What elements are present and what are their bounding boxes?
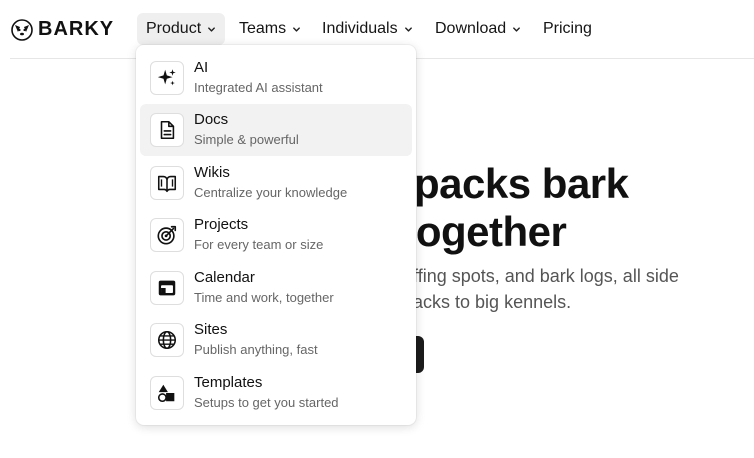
menu-item-label: AI [194, 59, 209, 76]
brand-name: BARKY [38, 18, 115, 40]
menu-item-docs[interactable]: Docs Simple & powerful [140, 104, 412, 156]
chevron-down-icon [513, 26, 521, 32]
nav-teams-label: Teams [239, 20, 287, 37]
menu-item-calendar[interactable]: Calendar Time and work, together [140, 262, 412, 314]
menu-item-description: Time and work, together [194, 290, 334, 305]
book-icon [157, 175, 177, 193]
menu-item-templates[interactable]: Templates Setups to get you started [140, 367, 412, 419]
nav-individuals-label: Individuals [322, 20, 398, 37]
globe-icon [157, 330, 177, 350]
menu-item-description: Integrated AI assistant [194, 80, 323, 95]
menu-icon-box [150, 323, 184, 357]
target-icon [157, 225, 177, 245]
menu-item-projects[interactable]: Projects For every team or size [140, 209, 412, 261]
menu-item-description: For every team or size [194, 237, 324, 252]
menu-icon-box [150, 113, 184, 147]
nav-individuals[interactable]: Individuals [313, 13, 422, 45]
menu-item-description: Publish anything, fast [194, 342, 318, 357]
menu-icon-box [150, 166, 184, 200]
menu-item-sites[interactable]: Sites Publish anything, fast [140, 314, 412, 366]
nav-product-label: Product [146, 20, 202, 37]
chevron-down-icon [404, 26, 412, 32]
calendar-icon [158, 280, 176, 296]
menu-item-label: Sites [194, 321, 228, 338]
nav-download-label: Download [435, 20, 507, 37]
menu-item-ai[interactable]: AI Integrated AI assistant [140, 52, 412, 104]
hero-subtitle-line1: , sniffing spots, and bark logs, all sid… [380, 266, 679, 286]
nav-product[interactable]: Product [137, 13, 226, 45]
menu-item-wikis[interactable]: Wikis Centralize your knowledge [140, 157, 412, 209]
nav-pricing-label: Pricing [543, 20, 592, 37]
menu-icon-box [150, 61, 184, 95]
menu-icon-box [150, 376, 184, 410]
document-icon [160, 120, 175, 140]
chevron-down-icon [293, 26, 301, 32]
hero-title-line1: e packs bark [380, 160, 629, 207]
menu-item-label: Projects [194, 216, 249, 233]
menu-icon-box [150, 218, 184, 252]
menu-icon-box [150, 271, 184, 305]
menu-item-description: Simple & powerful [194, 132, 299, 147]
menu-item-label: Wikis [194, 164, 230, 181]
nav-teams[interactable]: Teams [230, 13, 310, 45]
menu-item-label: Templates [194, 374, 263, 391]
nav-pricing[interactable]: Pricing [534, 13, 601, 45]
brand-logo[interactable]: BARKY [11, 18, 114, 41]
menu-item-label: Calendar [194, 269, 255, 286]
chevron-down-icon [208, 26, 216, 32]
menu-item-description: Setups to get you started [194, 395, 339, 410]
menu-item-description: Centralize your knowledge [194, 185, 348, 200]
dog-logo-icon [11, 18, 33, 41]
nav-download[interactable]: Download [426, 13, 530, 45]
sparkles-icon [157, 69, 176, 86]
product-dropdown-menu: AI Integrated AI assistant Docs Simple &… [136, 45, 416, 425]
shapes-icon [157, 384, 175, 403]
menu-item-label: Docs [194, 111, 229, 128]
